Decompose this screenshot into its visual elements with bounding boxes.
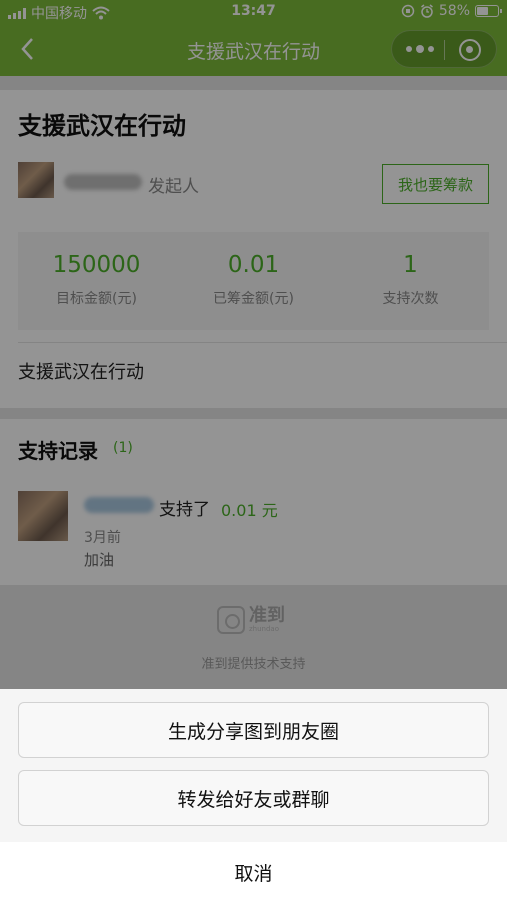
share-action-sheet: 生成分享图到朋友圈 转发给好友或群聊 取消 <box>0 689 507 902</box>
cancel-button[interactable]: 取消 <box>0 842 507 902</box>
share-to-moments-button[interactable]: 生成分享图到朋友圈 <box>18 702 489 758</box>
modal-overlay[interactable] <box>0 0 507 689</box>
forward-to-friends-button[interactable]: 转发给好友或群聊 <box>18 770 489 826</box>
